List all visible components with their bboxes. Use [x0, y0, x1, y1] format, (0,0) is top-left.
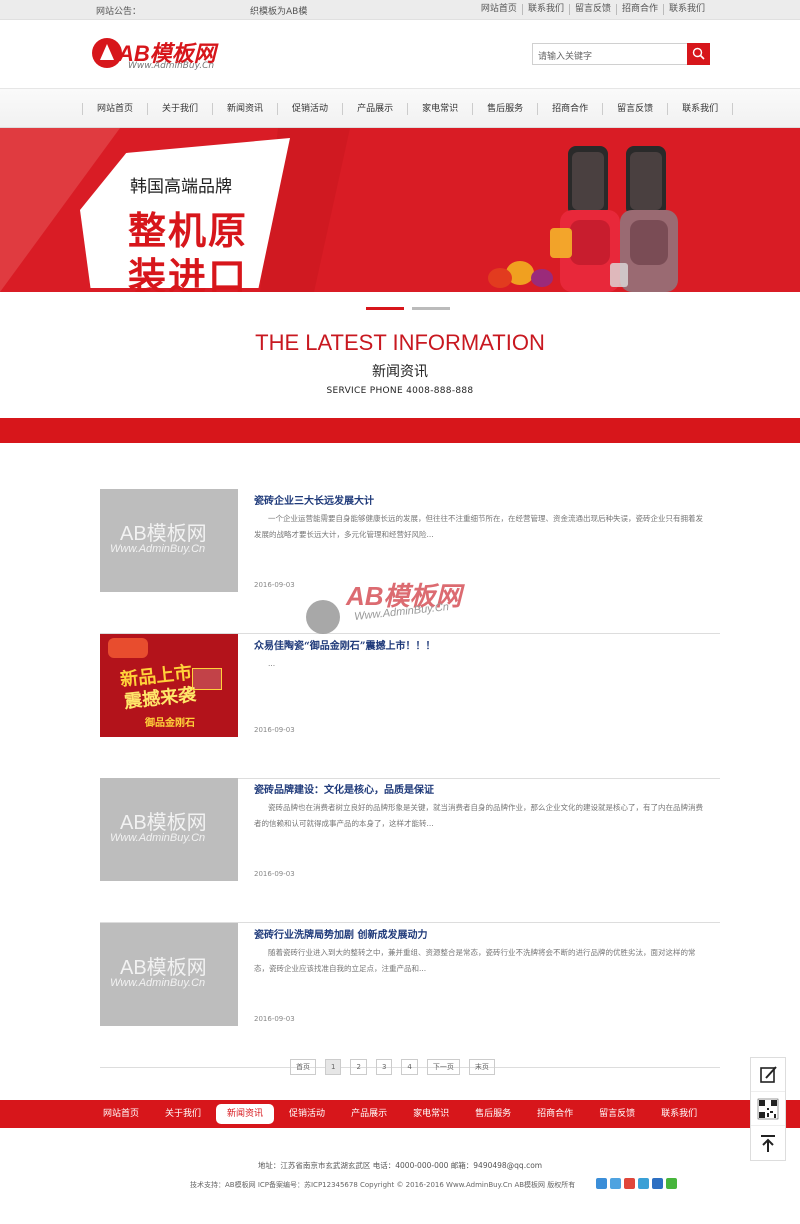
news-date: 2016-09-03 — [254, 581, 295, 589]
page-next[interactable]: 下一页 — [426, 1059, 460, 1075]
service-phone: SERVICE PHONE 4008-888-888 — [326, 386, 474, 396]
news-thumbnail[interactable]: 新品上市 震撼来袭 御品金刚石 — [100, 634, 238, 737]
banner-subtitle: 韩国高端品牌 — [130, 177, 232, 197]
side-toolbar — [750, 1057, 786, 1161]
search-box[interactable]: 请输入关键字 — [532, 43, 710, 65]
search-button[interactable] — [687, 43, 710, 65]
news-title[interactable]: 瓷砖品牌建设：文化是核心，品质是保证 — [254, 781, 434, 796]
notice-text[interactable]: 织模板为AB模 — [250, 4, 307, 17]
search-input[interactable]: 请输入关键字 — [538, 49, 592, 62]
page-3[interactable]: 3 — [375, 1059, 393, 1075]
nav-item-products[interactable]: 产品展示 — [342, 103, 407, 115]
news-title[interactable]: 瓷砖企业三大长远发展大计 — [254, 492, 374, 507]
top-links: 网站首页 联系我们 留言反馈 招商合作 联系我们 — [476, 4, 710, 15]
news-date: 2016-09-03 — [254, 1015, 295, 1023]
footer-nav-contact[interactable]: 联系我们 — [650, 1104, 708, 1124]
footer-nav-products[interactable]: 产品展示 — [340, 1104, 398, 1124]
section-title-en: THE LATEST INFORMATION — [255, 330, 545, 355]
nav-item-about[interactable]: 关于我们 — [147, 103, 212, 115]
footer-address: 地址：江苏省南京市玄武湖玄武区 电话：4000-000-000 邮箱：94904… — [257, 1161, 543, 1170]
main-nav: 网站首页 关于我们 新闻资讯 促销活动 产品展示 家电常识 售后服务 招商合作 … — [0, 88, 800, 128]
search-icon — [692, 47, 705, 60]
page-4[interactable]: 4 — [401, 1059, 418, 1075]
nav-item-service[interactable]: 售后服务 — [472, 103, 537, 115]
top-link[interactable]: 招商合作 — [615, 4, 663, 15]
hero-banner[interactable]: 韩国高端品牌 整机原 装进口 — [0, 128, 800, 292]
news-summary: 一个企业运营能需要自身能够健康长远的发展，但往往不注重细节所在，在经营管理、资金… — [254, 514, 703, 539]
footer-nav-about[interactable]: 关于我们 — [154, 1104, 212, 1124]
footer-copyright: 技术支持：AB模板网 ICP备案编号：苏ICP12345678 Copyrigh… — [190, 1181, 576, 1189]
news-item: AB模板网 Www.AdminBuy.Cn 瓷砖品牌建设：文化是核心，品质是保证… — [100, 778, 720, 923]
news-item: 新品上市 震撼来袭 御品金刚石 众易佳陶瓷“御品金刚石”震撼上市！！！ ... … — [100, 634, 720, 779]
news-thumbnail[interactable]: AB模板网 Www.AdminBuy.Cn — [100, 778, 238, 881]
news-date: 2016-09-03 — [254, 726, 295, 734]
juicer-image — [488, 146, 678, 292]
watermark-logo: AB模板网 Www.AdminBuy.Cn — [306, 576, 506, 636]
news-item: AB模板网 Www.AdminBuy.Cn 瓷砖行业洗牌局势加剧 创新成发展动力… — [100, 923, 720, 1068]
news-title[interactable]: 瓷砖行业洗牌局势加剧 创新成发展动力 — [254, 926, 427, 941]
news-summary: 瓷砖品牌也在消费者树立良好的品牌形象是关键，就当消费者自身的品牌作业，那么企业文… — [254, 803, 703, 828]
news-summary: ... — [268, 659, 276, 668]
page-1[interactable]: 1 — [325, 1059, 342, 1075]
back-to-top-button[interactable] — [751, 1126, 785, 1160]
share-plus-icon[interactable] — [596, 1178, 607, 1189]
nav-item-tips[interactable]: 家电常识 — [407, 103, 472, 115]
footer-nav-home[interactable]: 网站首页 — [92, 1104, 150, 1124]
nav-item-feedback[interactable]: 留言反馈 — [602, 103, 667, 115]
footer-nav-tips[interactable]: 家电常识 — [402, 1104, 460, 1124]
nav-item-news[interactable]: 新闻资讯 — [212, 103, 277, 115]
logo-url: Www.AdminBuy.Cn — [128, 61, 215, 71]
top-link[interactable]: 网站首页 — [476, 4, 522, 15]
page-2[interactable]: 2 — [350, 1059, 367, 1075]
page-first[interactable]: 首页 — [290, 1059, 316, 1075]
logo[interactable]: AB模板网 Www.AdminBuy.Cn — [92, 36, 242, 76]
qrcode-icon — [757, 1098, 779, 1120]
banner-headline-2: 装进口 — [128, 255, 249, 292]
nav-item-home[interactable]: 网站首页 — [82, 103, 147, 115]
footer-nav: 网站首页 关于我们 新闻资讯 促销活动 产品展示 家电常识 售后服务 招商合作 … — [0, 1100, 800, 1128]
nav-item-partners[interactable]: 招商合作 — [537, 103, 602, 115]
news-summary: 随着瓷砖行业进入到大的整转之中，兼并重组、资源整合是常态，瓷砖行业不洗牌将会不断… — [254, 948, 696, 973]
top-link[interactable]: 联系我们 — [662, 4, 710, 15]
top-link[interactable]: 联系我们 — [521, 4, 569, 15]
pagination: 首页 1 2 3 4 下一页 末页 — [290, 1059, 504, 1075]
footer-nav-promotions[interactable]: 促销活动 — [278, 1104, 336, 1124]
edit-icon — [760, 1066, 777, 1083]
news-thumbnail[interactable]: AB模板网 Www.AdminBuy.Cn — [100, 489, 238, 592]
feedback-button[interactable] — [751, 1058, 785, 1092]
news-date: 2016-09-03 — [254, 870, 295, 878]
footer-nav-service[interactable]: 售后服务 — [464, 1104, 522, 1124]
news-thumbnail[interactable]: AB模板网 Www.AdminBuy.Cn — [100, 923, 238, 1026]
section-divider-band — [0, 418, 800, 443]
share-icons — [596, 1178, 680, 1189]
notice-label: 网站公告： — [96, 7, 142, 17]
footer-nav-news[interactable]: 新闻资讯 — [216, 1104, 275, 1124]
nav-item-contact[interactable]: 联系我们 — [667, 103, 734, 115]
qrcode-button[interactable] — [751, 1092, 785, 1126]
share-renren-icon[interactable] — [652, 1178, 663, 1189]
share-tqq-icon[interactable] — [638, 1178, 649, 1189]
footer-nav-feedback[interactable]: 留言反馈 — [588, 1104, 646, 1124]
news-title[interactable]: 众易佳陶瓷“御品金刚石”震撼上市！！！ — [254, 637, 436, 652]
section-title-cn: 新闻资讯 — [372, 364, 428, 380]
share-qzone-icon[interactable] — [610, 1178, 621, 1189]
top-bar: 网站公告： 织模板为AB模 网站首页 联系我们 留言反馈 招商合作 联系我们 — [0, 0, 800, 20]
footer-nav-partners[interactable]: 招商合作 — [526, 1104, 584, 1124]
banner-dot-1[interactable] — [366, 307, 404, 310]
banner-dot-2[interactable] — [412, 307, 450, 310]
header: AB模板网 Www.AdminBuy.Cn 请输入关键字 — [0, 20, 800, 88]
nav-item-promotions[interactable]: 促销活动 — [277, 103, 342, 115]
back-to-top-icon — [761, 1135, 775, 1152]
page-last[interactable]: 末页 — [468, 1059, 495, 1075]
share-weibo-icon[interactable] — [624, 1178, 635, 1189]
banner-pagination — [366, 307, 458, 310]
top-link[interactable]: 留言反馈 — [568, 4, 616, 15]
share-wechat-icon[interactable] — [666, 1178, 677, 1189]
